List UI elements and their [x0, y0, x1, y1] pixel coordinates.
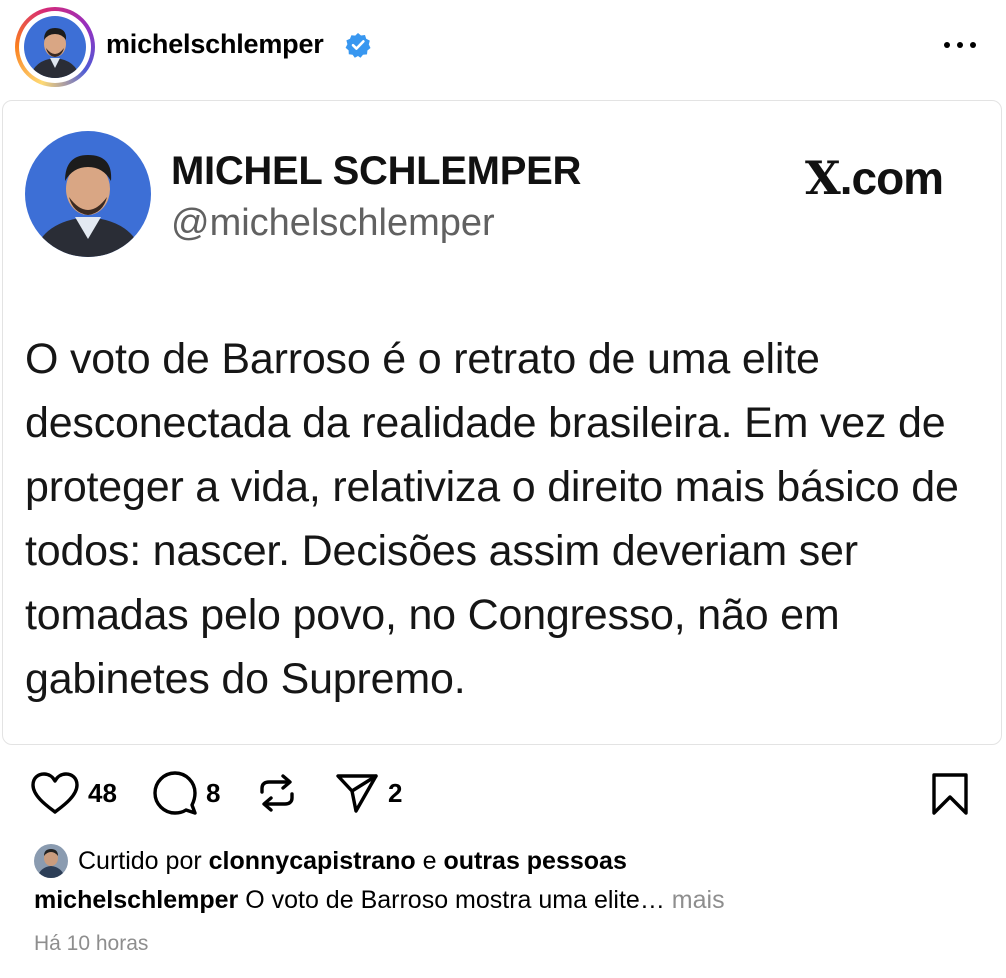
send-icon[interactable]: [334, 771, 380, 815]
comment-action[interactable]: 8: [152, 770, 220, 816]
heart-icon[interactable]: [30, 771, 80, 815]
username[interactable]: michelschlemper: [106, 29, 324, 60]
tweet-card: MICHEL SCHLEMPER @michelschlemper X.com …: [2, 100, 1002, 745]
liked-prefix: Curtido por: [78, 846, 202, 875]
x-logo: X.com: [805, 151, 944, 205]
story-ring[interactable]: [15, 7, 95, 87]
tweet-author-name: MICHEL SCHLEMPER: [171, 149, 582, 193]
x-letter: X: [805, 151, 841, 205]
repost-icon[interactable]: [256, 772, 298, 814]
more-options-icon[interactable]: [942, 30, 978, 60]
liked-by: Curtido por clonnycapistrano e outras pe…: [34, 843, 627, 879]
caption-more-link[interactable]: mais: [672, 886, 725, 914]
liked-and: e: [422, 846, 437, 875]
liker-avatar[interactable]: [34, 844, 68, 878]
bookmark-icon[interactable]: [930, 772, 970, 816]
comment-count: 8: [206, 777, 221, 808]
repost-action[interactable]: [256, 770, 298, 816]
caption-text: O voto de Barroso mostra uma elite…: [245, 886, 665, 914]
tweet-author-handle: @michelschlemper: [171, 202, 495, 244]
x-domain: .com: [839, 152, 944, 204]
caption-username[interactable]: michelschlemper: [34, 886, 238, 914]
liked-user[interactable]: clonnycapistrano: [209, 847, 416, 876]
share-count: 2: [388, 777, 403, 808]
caption: michelschlemper O voto de Barroso mostra…: [34, 886, 725, 915]
liked-others[interactable]: outras pessoas: [443, 847, 626, 876]
comment-icon[interactable]: [152, 770, 198, 816]
like-count: 48: [88, 777, 117, 808]
share-action[interactable]: 2: [334, 770, 402, 816]
like-action[interactable]: 48: [30, 770, 117, 816]
verified-icon: [345, 33, 371, 58]
avatar[interactable]: [24, 16, 86, 78]
action-bar: 48 8 2: [0, 760, 1006, 830]
timestamp: Há 10 horas: [34, 932, 149, 955]
tweet-text: O voto de Barroso é o retrato de uma eli…: [25, 335, 959, 703]
tweet-avatar: [25, 131, 151, 257]
post-header: michelschlemper: [0, 0, 1006, 92]
